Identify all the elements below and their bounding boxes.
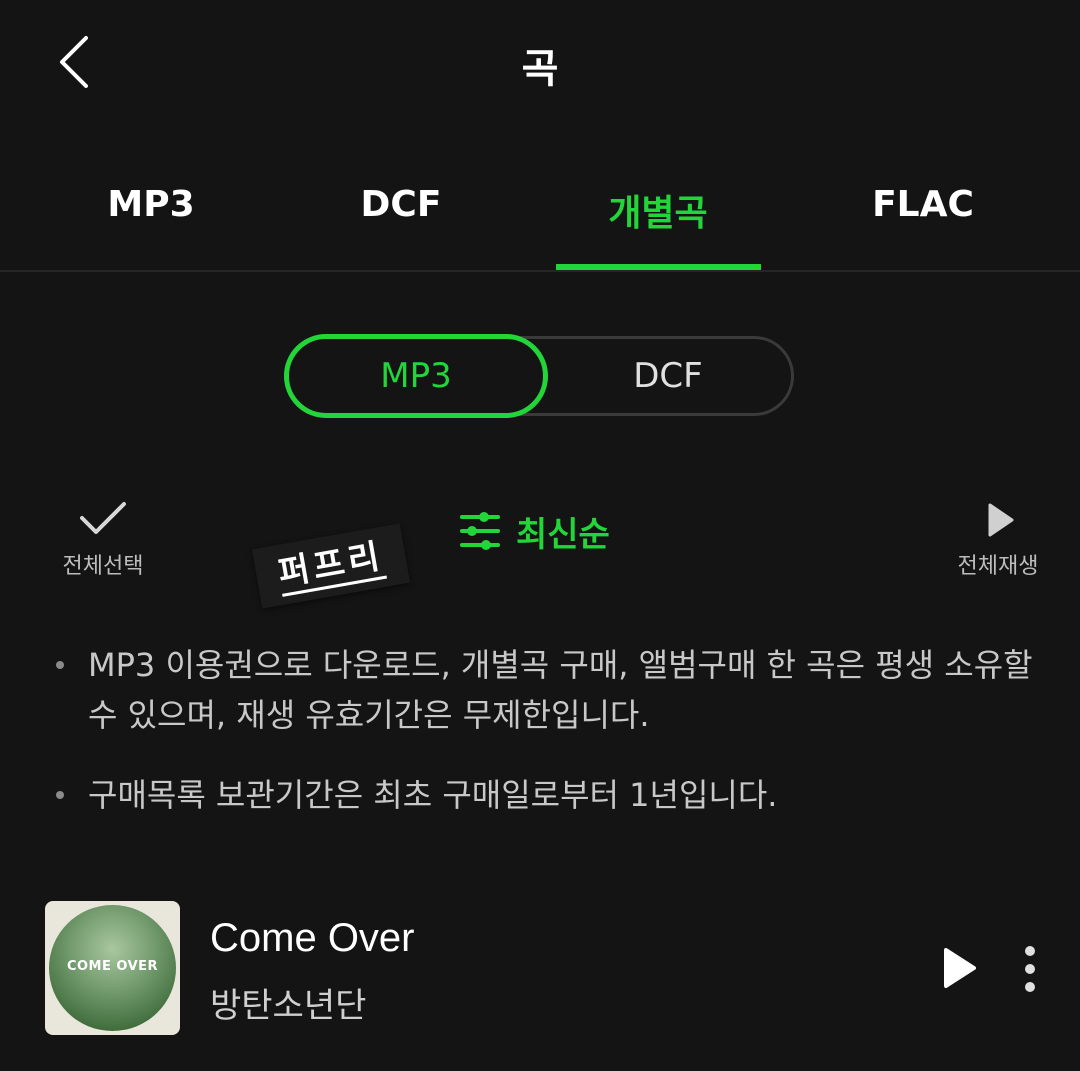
segment-mp3-option[interactable]: MP3 <box>284 334 548 418</box>
more-vertical-icon <box>1025 946 1035 992</box>
album-cover: COME OVER <box>45 901 180 1035</box>
active-tab-indicator <box>556 264 761 270</box>
select-all-label: 전체선택 <box>62 554 144 579</box>
tab-flac[interactable]: FLAC <box>872 184 974 225</box>
notice-item: MP3 이용권으로 다운로드, 개별곡 구매, 앨범구매 한 곡은 평생 소유할… <box>50 640 1040 740</box>
song-artist: 방탄소년단 <box>210 986 367 1026</box>
tab-dcf[interactable]: DCF <box>361 184 442 225</box>
tab-individual-songs[interactable]: 개별곡 <box>608 184 707 236</box>
notice-list: MP3 이용권으로 다운로드, 개별곡 구매, 앨범구매 한 곡은 평생 소유할… <box>50 640 1040 850</box>
play-all-label: 전체재생 <box>957 554 1039 579</box>
segment-dcf-option[interactable]: DCF <box>548 336 788 416</box>
sort-button[interactable]: 최신순 <box>458 506 610 556</box>
sort-label: 최신순 <box>516 514 610 555</box>
more-options-button[interactable] <box>1016 944 1044 994</box>
select-all-button[interactable]: 전체선택 <box>40 496 166 586</box>
song-list-item[interactable]: COME OVER Come Over 방탄소년단 <box>0 890 1080 1050</box>
album-cover-image: COME OVER <box>49 905 176 1031</box>
filter-sliders-icon <box>460 512 500 550</box>
play-all-button[interactable]: 전체재생 <box>940 496 1056 586</box>
sticker-overlay: 퍼프리 <box>251 523 411 609</box>
tab-bar: MP3 DCF 개별곡 FLAC <box>0 140 1080 272</box>
play-icon <box>988 503 1014 537</box>
song-title: Come Over <box>210 916 415 960</box>
notice-item: 구매목록 보관기간은 최초 구매일로부터 1년입니다. <box>50 770 1040 820</box>
sticker-text: 퍼프리 <box>275 535 387 597</box>
page-title: 곡 <box>521 46 559 92</box>
song-play-button[interactable] <box>940 946 980 990</box>
tab-mp3[interactable]: MP3 <box>107 184 194 225</box>
play-icon <box>944 948 976 988</box>
album-cover-text: COME OVER <box>66 959 159 974</box>
check-icon <box>80 502 126 534</box>
